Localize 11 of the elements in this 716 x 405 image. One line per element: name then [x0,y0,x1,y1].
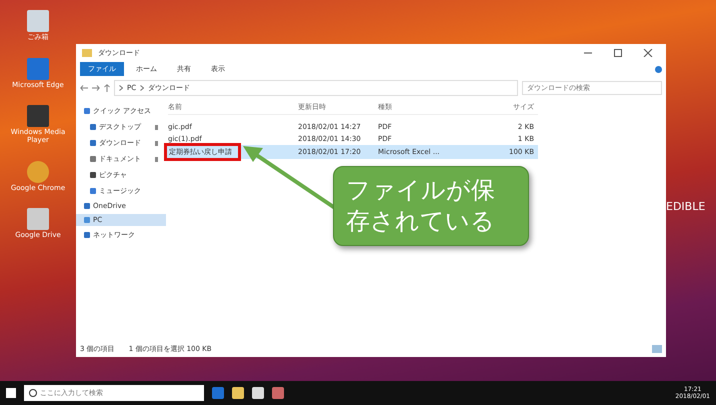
wallpaper-text: EDIBLE [666,200,706,213]
folder-icon [82,49,92,57]
back-icon[interactable] [80,85,88,91]
callout-box: ファイルが保存されている [333,166,529,246]
chevron-icon [140,85,144,91]
forward-icon[interactable] [92,85,100,91]
search-icon [29,389,37,397]
folder-icon[interactable] [232,387,244,399]
chevron-icon [119,85,123,91]
up-icon[interactable] [104,84,110,92]
windows-start-icon[interactable] [6,388,16,398]
